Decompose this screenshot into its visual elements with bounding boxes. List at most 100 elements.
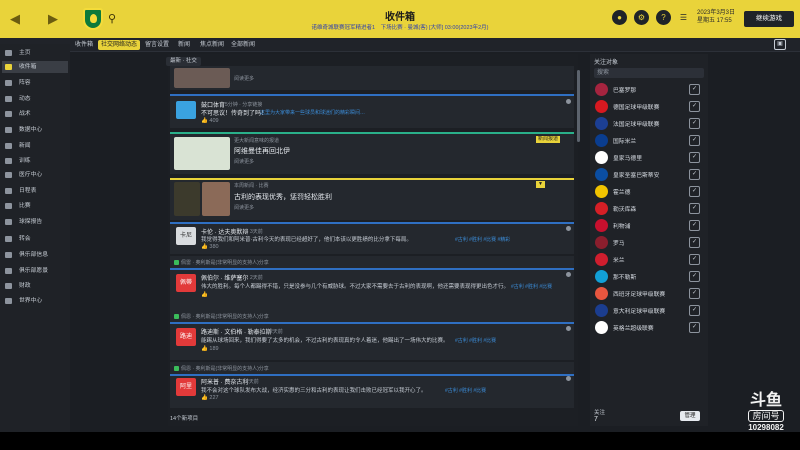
sidebar-item-schedule[interactable]: 日程表	[2, 185, 68, 197]
read-more-link[interactable]: 阅读更多	[234, 204, 254, 211]
unfollow-icon[interactable]: ✓	[689, 186, 700, 197]
unfollow-icon[interactable]: ✓	[689, 305, 700, 316]
unfollow-icon[interactable]: ✓	[689, 237, 700, 248]
unfollow-icon[interactable]: ✓	[689, 203, 700, 214]
hashtag-links[interactable]: #古利 #胜利 #比赛 #精彩	[455, 236, 510, 243]
unfollow-icon[interactable]: ✓	[689, 254, 700, 265]
calendar-icon	[5, 188, 12, 194]
hashtag-links[interactable]: #古利 #胜利 #比赛	[455, 337, 496, 344]
follow-item[interactable]: 法国足球甲级联赛 ✓	[593, 115, 705, 132]
author-name[interactable]: 佩伯尔 · 维萨塞尔	[201, 273, 248, 282]
like-icon[interactable]: 👍	[201, 292, 208, 298]
sidebar-item-medical[interactable]: 医疗中心	[2, 169, 68, 181]
sidebar-item-home[interactable]: 主页	[2, 47, 68, 59]
follow-search-input[interactable]: 搜索	[594, 68, 704, 78]
like-count[interactable]: 👍 409	[201, 118, 219, 124]
feed-scrollbar[interactable]	[577, 70, 580, 142]
unfollow-icon[interactable]: ✓	[689, 271, 700, 282]
unfollow-icon[interactable]: ✓	[689, 169, 700, 180]
sidebar: 主页 收件箱 阵容 动态 战术 数据中心 新闻 训练 医疗中心 日程表 比赛 球…	[0, 44, 70, 450]
news-card[interactable]: 更大新闻意味的报道 阿维曼佳再回北伊 阅读更多 新闻报道	[170, 132, 574, 174]
feed-card[interactable]: 佩恩 · 奥利斯是(非常明显的支持人)分享 路迪 路迪斯 · 文伯格 · 勒泰拉…	[170, 310, 574, 360]
club-icon[interactable]: ●	[612, 10, 627, 25]
tab-message-settings[interactable]: 留言设置	[142, 40, 172, 50]
follow-item[interactable]: 勒沃库森 ✓	[593, 200, 705, 217]
follow-item[interactable]: 巴塞罗那 ✓	[593, 81, 705, 98]
sidebar-item-club-info[interactable]: 俱乐部信息	[2, 249, 68, 261]
sidebar-item-transfers[interactable]: 转会	[2, 233, 68, 245]
sidebar-item-inbox[interactable]: 收件箱	[2, 61, 68, 73]
tab-social-feed[interactable]: 社交网络动态	[98, 40, 141, 50]
follow-item[interactable]: 西班牙足球甲级联赛 ✓	[593, 285, 705, 302]
feed-card[interactable]: 鼓口体育 5分钟 · 分享链接 不可思议！传奇到了吗！ 这里为大家带来一些球员和…	[170, 94, 574, 128]
follow-item-name: 米兰	[613, 258, 625, 264]
sidebar-item-training[interactable]: 训练	[2, 155, 68, 167]
tab-headlines[interactable]: 焦点新闻	[197, 40, 227, 50]
hashtag-links[interactable]: #古利 #胜利 #比赛	[511, 283, 552, 290]
settings-icon[interactable]: ⚙	[634, 10, 649, 25]
sidebar-item-tactics[interactable]: 战术	[2, 108, 68, 120]
follow-item[interactable]: 皇家圣塞巴斯蒂安 ✓	[593, 166, 705, 183]
read-more-link[interactable]: 阅读更多	[234, 75, 254, 82]
menu-icon[interactable]: ☰	[676, 10, 691, 25]
feed-filter-dropdown[interactable]: 最新 · 社交	[166, 57, 201, 66]
follow-item[interactable]: 国际米兰 ✓	[593, 132, 705, 149]
news-title[interactable]: 古利的表现优秀，惩罚轻松胜利	[234, 192, 332, 202]
like-count[interactable]: 👍 227	[201, 395, 219, 401]
read-more-link[interactable]: 阅读更多	[234, 158, 254, 165]
follow-item[interactable]: 德国足球甲级联赛 ✓	[593, 98, 705, 115]
feed-card[interactable]: 阅读更多	[170, 66, 574, 90]
follow-item-name: 法国足球甲级联赛	[613, 122, 660, 128]
unfollow-icon[interactable]: ✓	[689, 152, 700, 163]
unfollow-icon[interactable]: ✓	[689, 322, 700, 333]
author-name[interactable]: 路迪斯 · 文伯格 · 勒泰拉斯	[201, 327, 272, 336]
follow-item[interactable]: 皇家马德里 ✓	[593, 149, 705, 166]
unfollow-icon[interactable]: ✓	[689, 101, 700, 112]
news-card[interactable]: 本周新闻 · 比赛 古利的表现优秀，惩罚轻松胜利 阅读更多 ▼	[170, 178, 574, 220]
post-image	[174, 68, 230, 88]
continue-button[interactable]: 继续游戏	[744, 11, 794, 27]
unfollow-icon[interactable]: ✓	[689, 84, 700, 95]
author-name[interactable]: 阿米普 · 费奈古利	[201, 377, 248, 386]
like-count[interactable]: 👍 380	[201, 244, 219, 250]
follow-item[interactable]: 霍兰德 ✓	[593, 183, 705, 200]
follow-item[interactable]: 意大利足球甲级联赛 ✓	[593, 302, 705, 319]
unfollow-icon[interactable]: ✓	[689, 118, 700, 129]
tab-all-news[interactable]: 全部新闻	[228, 40, 258, 50]
card-menu-icon[interactable]	[566, 272, 571, 277]
tab-inbox[interactable]: 收件箱	[72, 40, 96, 50]
card-menu-icon[interactable]	[566, 99, 571, 104]
sidebar-item-data-hub[interactable]: 数据中心	[2, 124, 68, 136]
manage-button[interactable]: 管理	[680, 411, 700, 421]
sidebar-item-world[interactable]: 世界中心	[2, 295, 68, 307]
feed-card[interactable]: 卡尼 卡伦 · 达夫奥默辩 3天前 我觉得我们和阿米普·古利今天的表现已经超好了…	[170, 222, 574, 254]
follow-item[interactable]: 那不勒斯 ✓	[593, 268, 705, 285]
feed-card[interactable]: 佩雷 · 奥利斯是(非常明显的支持人)分享 佩蒂 佩伯尔 · 维萨塞尔 2天前 …	[170, 256, 574, 310]
unfollow-icon[interactable]: ✓	[689, 220, 700, 231]
sidebar-item-competitions[interactable]: 比赛	[2, 200, 68, 212]
hashtag-links[interactable]: #古利 #胜利 #比赛	[445, 387, 486, 394]
post-link[interactable]: 这里为大家带来一些球员和球迷们的精彩瞬间…	[260, 109, 365, 116]
share-text: 佩雷 · 奥利斯是(非常明显的支持人)分享	[181, 260, 269, 266]
follow-item[interactable]: 罗马 ✓	[593, 234, 705, 251]
tab-news[interactable]: 新闻	[175, 40, 193, 50]
like-count[interactable]: 👍 189	[201, 346, 219, 352]
sidebar-item-news[interactable]: 新闻	[2, 140, 68, 152]
sidebar-item-squad[interactable]: 阵容	[2, 77, 68, 89]
follow-item[interactable]: 英格兰超级联赛 ✓	[593, 319, 705, 336]
sidebar-item-dynamics[interactable]: 动态	[2, 93, 68, 105]
feed-card[interactable]: 佩恩 · 奥利斯是(非常明显的支持人)分享 阿里 阿米普 · 费奈古利 2天前 …	[170, 362, 574, 408]
news-title[interactable]: 阿维曼佳再回北伊	[234, 146, 290, 156]
sidebar-item-club-vision[interactable]: 俱乐部愿景	[2, 265, 68, 277]
card-menu-icon[interactable]	[566, 376, 571, 381]
card-menu-icon[interactable]	[566, 326, 571, 331]
sidebar-item-scouting[interactable]: 球探报告	[2, 216, 68, 228]
sidebar-item-finances[interactable]: 财政	[2, 280, 68, 292]
help-icon[interactable]: ?	[656, 10, 671, 25]
card-menu-icon[interactable]	[566, 226, 571, 231]
unfollow-icon[interactable]: ✓	[689, 135, 700, 146]
screenshot-icon[interactable]: ▣	[774, 39, 786, 50]
follow-item[interactable]: 米兰 ✓	[593, 251, 705, 268]
unfollow-icon[interactable]: ✓	[689, 288, 700, 299]
follow-item[interactable]: 利物浦 ✓	[593, 217, 705, 234]
